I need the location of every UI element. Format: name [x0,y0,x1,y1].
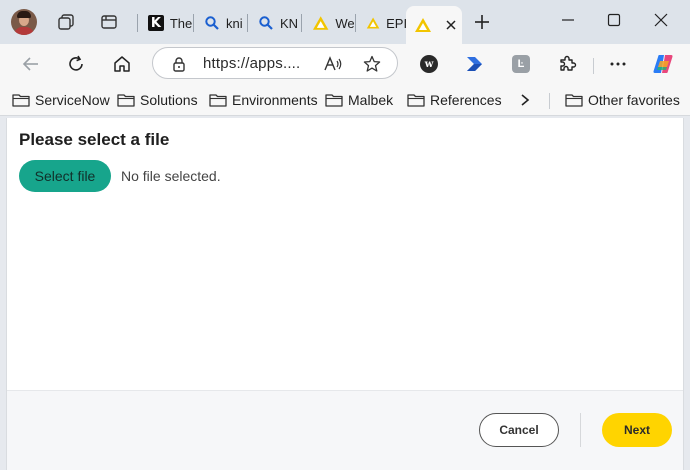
tab-we[interactable]: We [304,8,354,38]
tab-epi[interactable]: EPI( [358,8,406,38]
power-automate-icon[interactable] [462,51,488,77]
bookmark-environments[interactable]: Environments [209,90,318,110]
bookmark-references[interactable]: References [407,90,502,110]
footer-divider [580,413,581,447]
new-tab-icon[interactable] [471,11,493,33]
search-icon [205,16,219,30]
bookmarks-overflow-chevron-icon[interactable] [519,90,531,110]
minimize-icon[interactable] [555,9,581,31]
select-file-button[interactable]: Select file [19,160,111,192]
tab-actions-icon[interactable] [98,11,120,33]
window-edge [684,118,690,470]
folder-icon [325,94,343,107]
file-select-dialog: Please select a file Select file No file… [6,118,684,470]
triangle-logo-icon [366,17,380,29]
read-aloud-icon[interactable] [323,55,343,73]
address-url[interactable]: https://apps.... [203,55,300,72]
bookmark-malbek[interactable]: Malbek [325,90,393,110]
copilot-icon[interactable] [650,51,676,77]
folder-icon [12,94,30,107]
next-button[interactable]: Next [602,413,672,447]
tab-the[interactable]: K The [140,8,192,38]
file-status-text: No file selected. [121,168,221,184]
bookmark-solutions[interactable]: Solutions [117,90,198,110]
bookmark-servicenow[interactable]: ServiceNow [12,90,110,110]
folder-icon [407,94,425,107]
close-window-icon[interactable] [648,9,674,31]
workspaces-icon[interactable] [55,11,77,33]
address-bar[interactable]: https://apps.... [152,47,398,79]
home-icon[interactable] [109,51,135,77]
bookmarks-bar: ServiceNow Solutions Environments Malbek… [0,84,690,116]
dialog-title: Please select a file [19,130,170,149]
refresh-icon[interactable] [63,51,89,77]
triangle-logo-icon [415,18,431,32]
back-icon[interactable] [18,51,44,77]
lock-icon[interactable] [172,56,186,72]
tab-active[interactable] [406,6,462,44]
close-tab-icon[interactable] [444,18,458,32]
triangle-logo-icon [312,16,329,30]
extension-k-icon[interactable]: Ŀ [508,51,534,77]
extensions-puzzle-icon[interactable] [554,51,580,77]
folder-icon [209,94,227,107]
cancel-button[interactable]: Cancel [479,413,559,447]
k-logo-icon: K [148,15,164,31]
folder-icon [565,94,583,107]
browser-toolbar: https://apps.... w Ŀ [0,44,690,84]
extension-w-icon[interactable]: w [416,51,442,77]
tab-kni[interactable]: kni [196,8,246,38]
dialog-footer: Cancel Next [7,390,683,470]
profile-avatar[interactable] [11,9,37,35]
favorite-star-icon[interactable] [363,55,381,73]
tab-kn[interactable]: KN [250,8,300,38]
maximize-icon[interactable] [601,9,627,31]
tab-strip: K The kni KN We EPI( [0,0,690,44]
more-menu-icon[interactable] [605,51,631,77]
folder-icon [117,94,135,107]
bookmark-other-favorites[interactable]: Other favorites [565,90,680,110]
search-icon [259,16,273,30]
